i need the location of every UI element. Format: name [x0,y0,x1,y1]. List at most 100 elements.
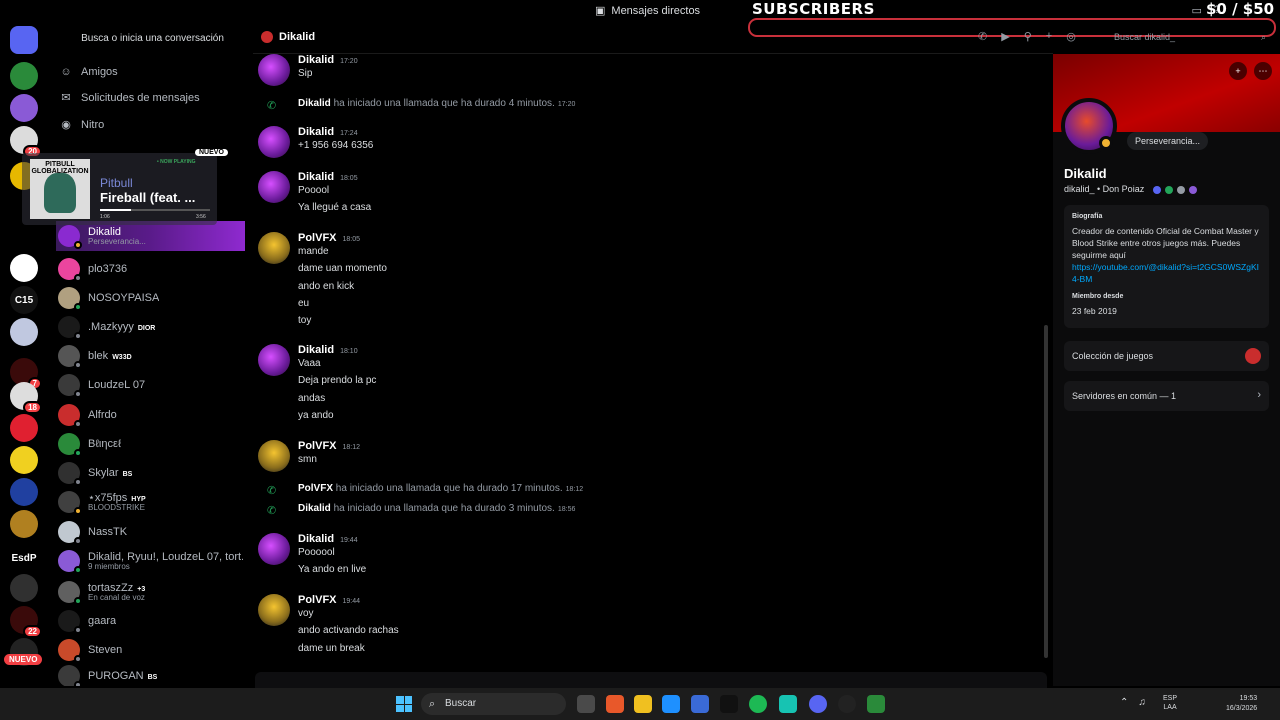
mutual-servers-row[interactable]: Servidores en común — 1 › [1064,381,1269,411]
add-friend-icon[interactable]: + [1229,62,1247,80]
chat-search-input[interactable]: Buscar dikalid_ ⌕ [1108,28,1272,46]
server-ghost-icon[interactable] [10,254,38,282]
media-player-icon[interactable] [838,695,856,713]
nav-nitro[interactable]: ◉ Nitro [60,113,245,137]
message-author[interactable]: Dikalid 17:24 [298,126,358,138]
server-esdp-icon[interactable]: EsdP [10,544,38,572]
dm-list-item[interactable]: plo3736 [58,255,243,283]
message-author[interactable]: PolVFX 18:05 [298,232,360,244]
spotify-icon[interactable] [749,695,767,713]
message-author[interactable]: Dikalid [298,98,331,109]
message-author[interactable]: PolVFX 18:12 [298,440,360,452]
task-view-icon[interactable] [577,695,595,713]
message-composer[interactable] [255,672,1047,688]
avatar[interactable] [258,126,290,158]
dm-list-item[interactable]: ⋆x75fps HYP BLOODSTRIKE [58,488,243,516]
message-author[interactable]: PolVFX [298,483,333,494]
nav-friends[interactable]: ☺ Amigos [60,60,245,84]
dm-list-item[interactable]: PUROGAN BS [58,662,243,686]
message-author[interactable]: Dikalid 18:05 [298,171,358,183]
server-green-icon[interactable] [10,62,38,90]
dm-list-item[interactable]: blek W33D [58,342,243,370]
pin-icon[interactable]: ⚲ [1024,30,1032,43]
games-collection-row[interactable]: Colección de juegos [1064,341,1269,371]
dm-text: PUROGAN BS [88,670,157,682]
idle-status-icon [1099,136,1113,150]
call-system-message: ✆ Dikalid ha iniciado una llamada que ha … [253,97,1033,113]
server-purple-icon[interactable] [10,94,38,122]
badge-icon[interactable] [1164,185,1173,194]
taskbar-clock[interactable]: 19:53 16/3/2026 [1226,694,1257,714]
tiktok-icon[interactable] [720,695,738,713]
server-voice-icon[interactable]: 20 [10,126,42,158]
dm-list-item[interactable]: NassTK [58,518,243,546]
dm-list-item[interactable]: .Mazkyyy DIOR [58,313,243,341]
message-author[interactable]: Dikalid 19:44 [298,533,358,545]
video-icon[interactable]: ▶ [1001,30,1009,43]
dm-list-item[interactable]: LoudzeL 07 [58,371,243,399]
message-author[interactable]: Dikalid 18:10 [298,344,358,356]
badge-icon[interactable] [1188,185,1197,194]
badge-icon[interactable] [1152,185,1161,194]
server-fire-icon[interactable]: 22 [10,606,42,638]
language-indicator[interactable]: ESP LAA [1163,694,1177,712]
dm-list-item[interactable]: Skylar BS [58,459,243,487]
server-dark-icon[interactable] [10,574,38,602]
message-line: eu [298,297,310,309]
file-explorer-icon[interactable] [634,695,652,713]
taskbar-search[interactable]: ⌕ Buscar [421,693,566,715]
message-author[interactable]: Dikalid 17:20 [298,54,358,66]
store-icon[interactable] [691,695,709,713]
dm-search-button[interactable]: Busca o inicia una conversación [60,30,245,48]
bio-link[interactable]: https://youtube.com/@dikalid?si=t2GCS0WS… [1072,261,1261,285]
dm-name: NassTK [88,526,127,538]
dm-name: .Mazkyyy DIOR [88,321,155,333]
chat-header-name[interactable]: Dikalid [279,31,315,43]
dm-list-item[interactable]: Alfrdo [58,401,243,429]
server-tiktok-icon[interactable] [10,414,38,442]
avatar[interactable] [258,440,290,472]
server-yellow-icon[interactable] [10,446,38,474]
call-icon[interactable]: ✆ [978,30,987,43]
app-icon[interactable] [779,695,797,713]
avatar[interactable] [258,171,290,203]
edge-icon[interactable] [662,695,680,713]
more-options-icon[interactable]: ⋯ [1254,62,1272,80]
discord-home-icon[interactable] [10,26,38,54]
avatar[interactable] [258,344,290,376]
avatar[interactable] [258,232,290,264]
discord-icon[interactable] [809,695,827,713]
message-author[interactable]: PolVFX 19:44 [298,594,360,606]
brave-icon[interactable] [606,695,624,713]
badge-icon[interactable] [1176,185,1185,194]
server-skull-icon[interactable]: 18 [10,382,42,414]
message-scrollbar[interactable] [1044,325,1048,658]
windows-start-icon[interactable] [396,696,412,712]
dm-list-item[interactable]: Bℓιηcεℓ [58,430,243,458]
minecraft-icon[interactable] [867,695,885,713]
track-progress-bar[interactable] [100,209,210,211]
server-c15-icon[interactable]: C15 [10,286,38,314]
avatar[interactable] [258,533,290,565]
windows-taskbar: ⌕ Buscar ⌃ ♫ ESP LAA 19:53 16/3/2026 [0,688,1280,720]
add-member-icon[interactable]: + [1046,30,1052,43]
nav-mail[interactable]: ✉ Solicitudes de mensajes [60,86,245,110]
server-blue-icon[interactable] [10,478,38,506]
microphone-icon[interactable]: ♫ [1138,697,1146,708]
inbox-icon[interactable]: ▭ [1191,4,1201,17]
profile-avatar[interactable] [1061,98,1117,154]
dm-list-item[interactable]: tortaszZz +3 En canal de voz [58,578,243,606]
avatar[interactable] [258,594,290,626]
dm-list-item[interactable]: Dikalid, Ryuu!, LoudzeL 07, tort... 9 mie… [58,547,243,575]
dm-list-item[interactable]: NOSOYPAISA [58,284,243,312]
chevron-up-icon[interactable]: ⌃ [1120,697,1128,708]
now-playing-widget[interactable]: PITBULL GLOBALIZATION • NOW PLAYING Pitb… [22,153,217,225]
message-author[interactable]: Dikalid [298,503,331,514]
profile-toggle-icon[interactable]: ◎ [1066,30,1076,43]
server-anime-icon[interactable] [10,318,38,346]
dm-list-item[interactable]: gaara [58,607,243,635]
avatar[interactable] [258,54,290,86]
server-gold-icon[interactable] [10,510,38,538]
dm-list-item[interactable]: Dikalid Perseverancia... [56,221,245,251]
dm-list-item[interactable]: Steven [58,636,243,664]
